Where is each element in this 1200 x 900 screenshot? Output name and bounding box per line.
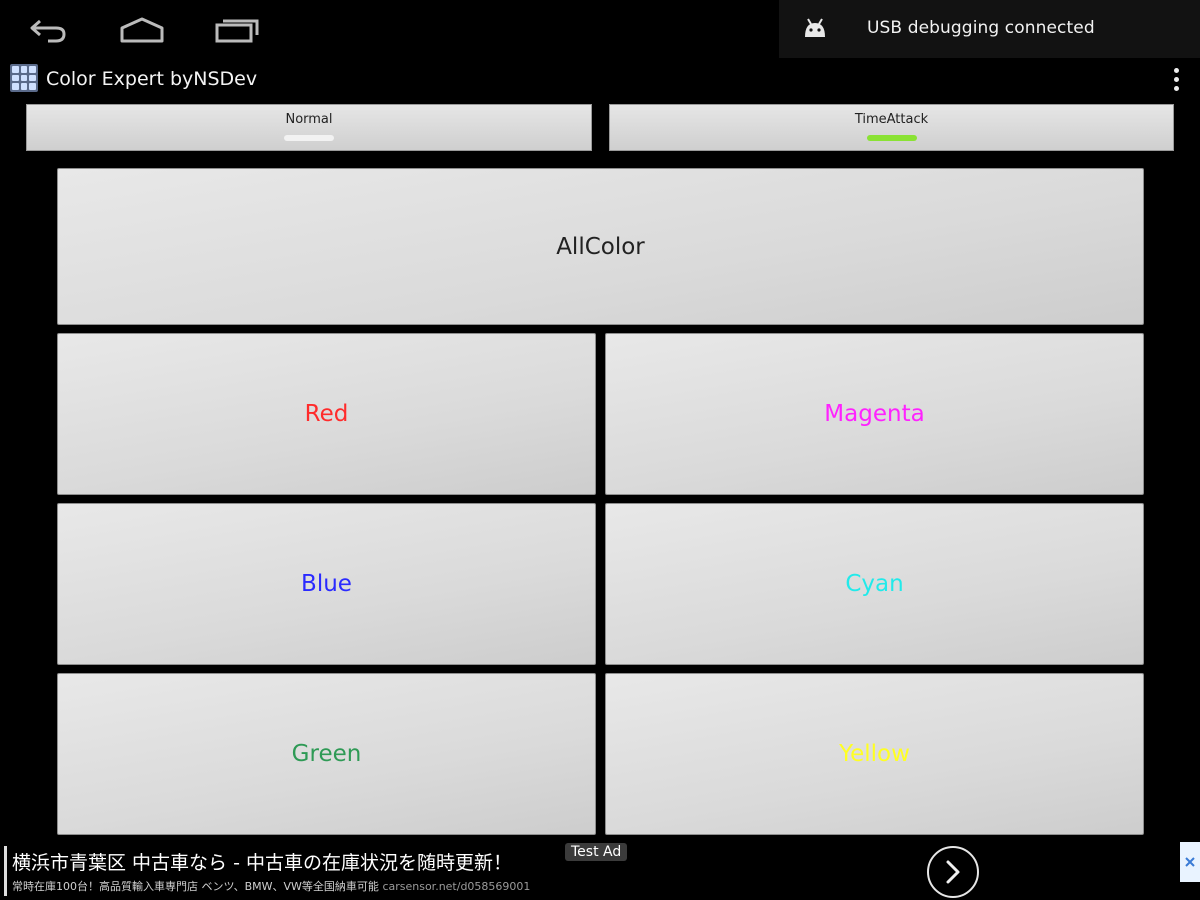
tab-normal[interactable]: Normal [26, 104, 592, 151]
home-icon [120, 17, 164, 43]
chevron-right-icon [946, 860, 960, 884]
recent-apps-button[interactable] [206, 12, 266, 48]
test-ad-badge: Test Ad [565, 843, 628, 861]
magenta-button[interactable]: Magenta [605, 333, 1144, 495]
cyan-button[interactable]: Cyan [605, 503, 1144, 665]
allcolor-button[interactable]: AllColor [57, 168, 1144, 325]
tab-label: Normal [285, 112, 333, 127]
ad-open-button[interactable] [927, 846, 979, 898]
back-icon [30, 19, 66, 43]
back-button[interactable] [18, 12, 78, 48]
home-button[interactable] [112, 12, 172, 48]
tab-indicator [284, 135, 334, 141]
ad-headline[interactable]: 横浜市青葉区 中古車なら - 中古車の在庫状況を随時更新！ [12, 848, 512, 875]
close-icon [1185, 857, 1195, 867]
tab-indicator [866, 135, 917, 141]
green-button[interactable]: Green [57, 673, 596, 835]
ad-url: carsensor.net/d058569001 [382, 880, 531, 893]
blue-button[interactable]: Blue [57, 503, 596, 665]
system-bar: USB debugging connected [0, 0, 1200, 60]
tab-timeattack[interactable]: TimeAttack [609, 104, 1174, 151]
notification-text: USB debugging connected [867, 18, 1095, 38]
grid-icon [10, 64, 38, 92]
notification-panel[interactable]: USB debugging connected [779, 0, 1200, 58]
ad-divider [4, 846, 7, 896]
recent-apps-icon [215, 19, 259, 43]
overflow-dot-icon [1173, 67, 1179, 73]
android-icon [805, 18, 825, 37]
red-button[interactable]: Red [57, 333, 596, 495]
ad-choices-button[interactable] [1180, 842, 1200, 882]
ad-subline: 常時在庫100台！高品質輸入車専門店 ベンツ、BMW、VW等全国納車可能 car… [12, 878, 530, 894]
overflow-menu-button[interactable] [1162, 62, 1190, 96]
tab-label: TimeAttack [854, 112, 929, 127]
app-title: Color Expert byNSDev [46, 68, 258, 90]
overflow-dot-icon [1173, 76, 1179, 82]
ad-subline-text: 常時在庫100台！高品質輸入車専門店 ベンツ、BMW、VW等全国納車可能 [12, 880, 379, 893]
overflow-dot-icon [1173, 85, 1179, 91]
action-bar: Color Expert byNSDev [0, 58, 1200, 100]
yellow-button[interactable]: Yellow [605, 673, 1144, 835]
